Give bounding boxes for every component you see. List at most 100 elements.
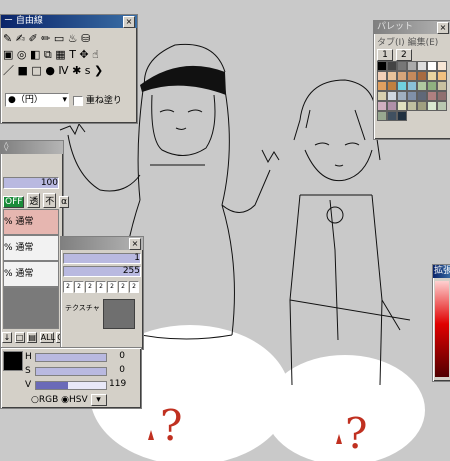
color-swatch[interactable] xyxy=(387,71,397,81)
color-swatch[interactable] xyxy=(437,81,447,91)
rect-outline-icon[interactable]: □ xyxy=(31,64,41,77)
move-icon[interactable]: ✥ xyxy=(79,48,88,61)
color-swatch[interactable] xyxy=(377,101,387,111)
color-swatch[interactable] xyxy=(417,91,427,101)
texture-value-box[interactable]: 2 xyxy=(74,281,84,293)
color-swatch[interactable] xyxy=(437,71,447,81)
line-icon[interactable]: ／ xyxy=(3,64,14,77)
close-icon[interactable]: × xyxy=(123,16,135,28)
transparent-button[interactable]: 透 xyxy=(27,193,41,208)
layer-add-icon[interactable]: □ xyxy=(14,332,25,343)
texture-value-box[interactable]: 2 xyxy=(129,281,139,293)
hsv-radio[interactable]: ◉ xyxy=(61,395,69,405)
pen-icon[interactable]: ✎ xyxy=(3,32,12,45)
color-swatch[interactable] xyxy=(387,81,397,91)
curve-icon[interactable]: ꜱ xyxy=(85,64,91,77)
value-slider[interactable] xyxy=(35,381,107,390)
palette-tab-menu[interactable]: タブ(I) xyxy=(377,38,405,48)
zoom-titlebar[interactable]: 拡張 xyxy=(433,265,450,278)
color-swatch[interactable] xyxy=(387,91,397,101)
color-swatch[interactable] xyxy=(387,111,397,121)
color-swatch[interactable] xyxy=(407,91,417,101)
toolbox-titlebar[interactable]: ー 自由線 × xyxy=(1,15,137,28)
color-swatch[interactable] xyxy=(397,91,407,101)
alpha-button[interactable]: α xyxy=(59,196,70,208)
color-swatch[interactable] xyxy=(387,101,397,111)
color-swatch[interactable] xyxy=(397,61,407,71)
pencil-icon[interactable]: ✏ xyxy=(41,32,50,45)
close-icon[interactable]: × xyxy=(129,238,141,250)
color-swatch[interactable] xyxy=(407,81,417,91)
saturation-slider[interactable] xyxy=(35,367,107,376)
texture-value-box[interactable]: 2 xyxy=(107,281,117,293)
texture-value-box[interactable]: 2 xyxy=(63,281,73,293)
select-icon[interactable]: ▣ xyxy=(3,48,13,61)
rgb-radio[interactable]: ○ xyxy=(31,395,39,405)
layer-titlebar[interactable]: ◊ xyxy=(1,141,63,154)
color-swatch[interactable] xyxy=(407,61,417,71)
arrow-icon[interactable]: ❯ xyxy=(94,64,103,77)
layer-item[interactable]: % 通常 xyxy=(3,235,59,261)
texture-value-box[interactable]: 2 xyxy=(96,281,106,293)
color-swatch[interactable] xyxy=(387,61,397,71)
overlay-checkbox[interactable] xyxy=(73,95,83,106)
layer-item[interactable]: % 通常 xyxy=(3,261,59,287)
texture-value-box[interactable]: 2 xyxy=(85,281,95,293)
layer-icon[interactable]: ◧ xyxy=(30,48,40,61)
texture-preview[interactable] xyxy=(103,299,135,329)
smudge-icon[interactable]: ♨ xyxy=(68,32,78,45)
rect-icon[interactable]: ■ xyxy=(18,64,28,77)
circle-icon[interactable]: ● xyxy=(45,64,55,77)
shape-select[interactable]: ●（円） ▾ xyxy=(5,93,69,107)
color-swatch[interactable] xyxy=(437,101,447,111)
palette-edit-menu[interactable]: 編集(E) xyxy=(408,38,439,48)
polyline-icon[interactable]: Ⅳ xyxy=(58,64,68,77)
palette-tab-2[interactable]: 2 xyxy=(395,49,412,61)
text-icon[interactable]: T xyxy=(69,48,76,61)
color-swatch[interactable] xyxy=(417,61,427,71)
color-swatch[interactable] xyxy=(407,71,417,81)
color-swatch[interactable] xyxy=(397,111,407,121)
grid-icon[interactable]: ▦ xyxy=(55,48,65,61)
color-swatch[interactable] xyxy=(377,91,387,101)
brush-icon[interactable]: ✍ xyxy=(16,32,25,45)
close-icon[interactable]: × xyxy=(437,22,449,34)
color-swatch[interactable] xyxy=(427,101,437,111)
color-swatch[interactable] xyxy=(427,91,437,101)
color-swatch[interactable] xyxy=(377,111,387,121)
color-swatch[interactable] xyxy=(437,61,447,71)
color-swatch[interactable] xyxy=(377,71,387,81)
palette-tab-1[interactable]: 1 xyxy=(377,49,393,61)
off-button[interactable]: OFF xyxy=(3,196,25,208)
color-swatch[interactable] xyxy=(417,81,427,91)
color-swatch[interactable] xyxy=(417,101,427,111)
color-swatch[interactable] xyxy=(427,61,437,71)
airbrush-icon[interactable]: ✐ xyxy=(28,32,37,45)
copy-icon[interactable]: ⧉ xyxy=(44,48,52,61)
color-gradient-picker[interactable] xyxy=(435,281,449,377)
current-color-swatch[interactable] xyxy=(3,351,23,371)
color-swatch[interactable] xyxy=(397,81,407,91)
opaque-button[interactable]: 不 xyxy=(43,193,57,208)
texture-value-box[interactable]: 2 xyxy=(118,281,128,293)
texture-value1-field[interactable]: 1 xyxy=(63,253,141,264)
opacity-field[interactable]: 100 xyxy=(3,177,59,189)
color-swatch[interactable] xyxy=(437,91,447,101)
color-swatch[interactable] xyxy=(417,71,427,81)
color-swatch[interactable] xyxy=(427,71,437,81)
color-swatch[interactable] xyxy=(397,101,407,111)
chevron-down-icon[interactable]: ▾ xyxy=(90,394,107,406)
color-swatch[interactable] xyxy=(377,61,387,71)
layer-item[interactable]: % 通常 xyxy=(3,209,59,235)
color-swatch[interactable] xyxy=(427,81,437,91)
eraser-icon[interactable]: ▭ xyxy=(54,32,64,45)
color-swatch[interactable] xyxy=(397,71,407,81)
star-icon[interactable]: ✱ xyxy=(72,64,81,77)
layer-down-icon[interactable]: ↓ xyxy=(2,332,12,343)
layer-delete-icon[interactable]: ▤ xyxy=(27,332,38,343)
color-swatch[interactable] xyxy=(407,101,417,111)
all-button[interactable]: ALL xyxy=(39,332,55,343)
hand-icon[interactable]: ☝ xyxy=(92,48,99,61)
palette-titlebar[interactable]: パレット × xyxy=(374,21,450,34)
lasso-icon[interactable]: ◎ xyxy=(17,48,27,61)
